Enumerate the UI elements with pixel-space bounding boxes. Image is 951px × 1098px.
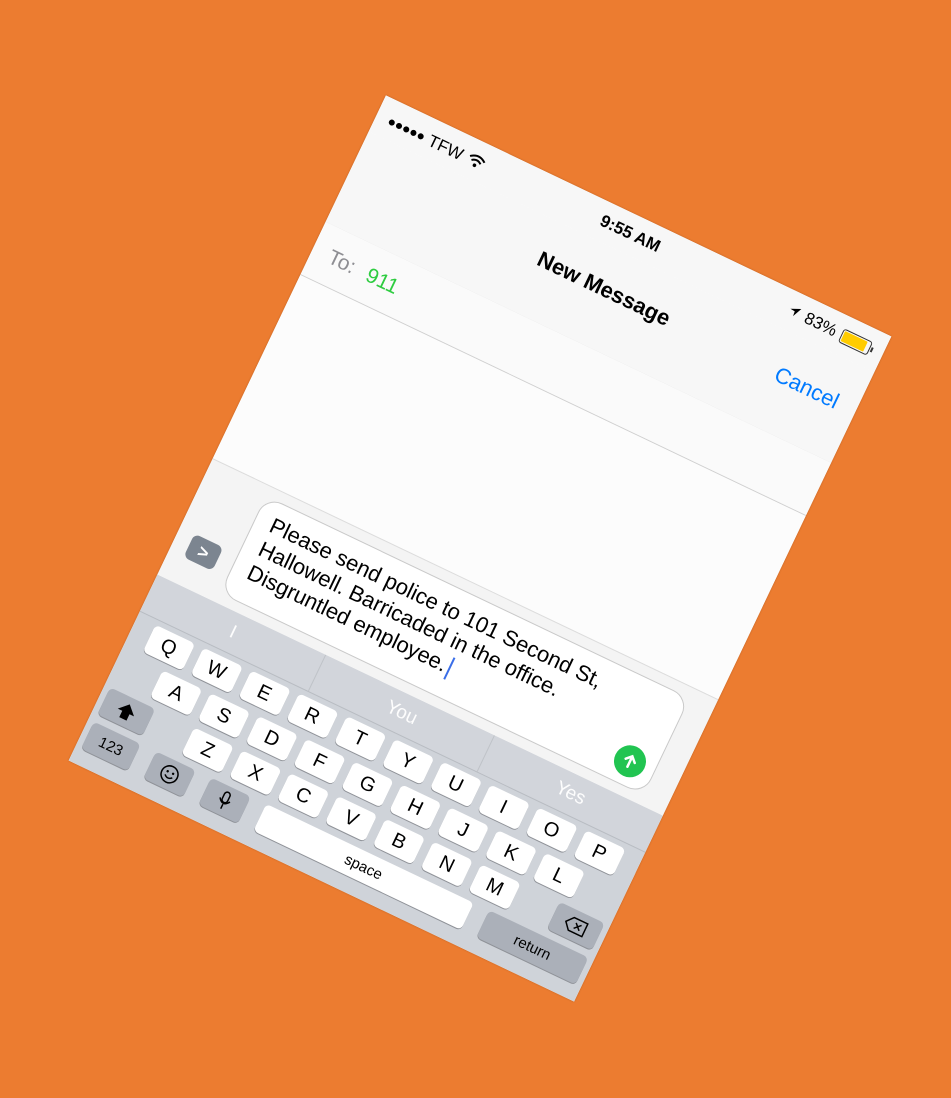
microphone-icon	[219, 791, 231, 810]
dictation-key[interactable]	[198, 777, 251, 824]
emoji-key[interactable]	[143, 751, 196, 798]
battery-percent: 83%	[801, 308, 841, 341]
cancel-button[interactable]: Cancel	[770, 362, 844, 415]
emoji-icon	[160, 765, 179, 784]
battery-icon	[838, 327, 874, 356]
shift-icon	[117, 704, 135, 721]
phone-screen: TFW 9:55 AM 83% New Message Cancel To: 9…	[68, 95, 892, 1002]
battery-fill	[840, 330, 868, 352]
expand-apps-button[interactable]: >	[183, 533, 224, 571]
send-button[interactable]	[608, 739, 652, 783]
send-arrow-icon	[624, 754, 636, 768]
recipient-value[interactable]: 911	[362, 264, 402, 300]
backspace-icon	[564, 916, 589, 938]
to-label: To:	[324, 245, 360, 279]
